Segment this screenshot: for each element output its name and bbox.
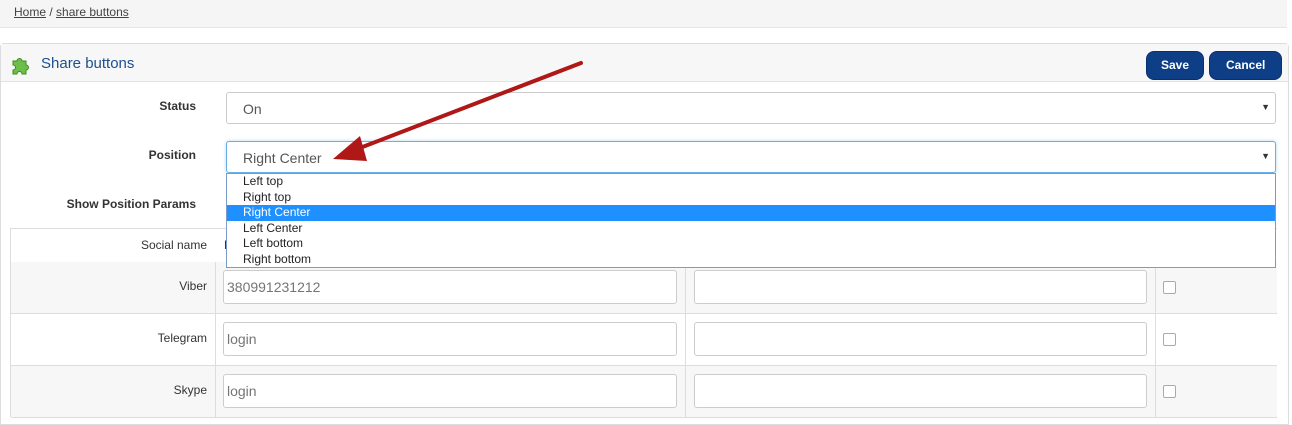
skype-extra-input[interactable] xyxy=(694,374,1147,408)
save-button[interactable]: Save xyxy=(1146,51,1205,80)
skype-login-input[interactable] xyxy=(223,374,677,408)
panel-title: Share buttons xyxy=(41,55,135,72)
table-row: Telegram xyxy=(11,314,1277,366)
status-select-value: On xyxy=(243,101,262,117)
position-select[interactable]: Right Center ▼ xyxy=(226,141,1276,173)
breadcrumb-current-link[interactable]: share buttons xyxy=(56,5,129,19)
position-dropdown-list: Left top Right top Right Center Left Cen… xyxy=(226,173,1276,268)
table-row: Skype xyxy=(11,366,1277,418)
puzzle-piece-icon xyxy=(12,58,29,75)
position-select-value: Right Center xyxy=(243,150,322,166)
telegram-extra-input[interactable] xyxy=(694,322,1147,356)
breadcrumb-separator: / xyxy=(46,5,57,19)
status-select[interactable]: On ▼ xyxy=(226,92,1276,124)
position-option[interactable]: Left bottom xyxy=(227,236,1275,252)
position-option[interactable]: Right top xyxy=(227,190,1275,206)
breadcrumb-bar: Home / share buttons xyxy=(0,0,1287,28)
header-social-name: Social name xyxy=(140,238,207,252)
show-position-params-label: Show Position Params xyxy=(66,197,196,211)
position-option[interactable]: Right bottom xyxy=(227,252,1275,268)
position-option-selected[interactable]: Right Center xyxy=(227,205,1275,221)
row-social-name: Viber xyxy=(179,279,207,293)
cancel-button[interactable]: Cancel xyxy=(1209,51,1283,80)
row-social-name: Telegram xyxy=(157,331,207,345)
breadcrumb: Home / share buttons xyxy=(14,5,129,19)
position-option[interactable]: Left top xyxy=(227,174,1275,190)
viber-enable-checkbox[interactable] xyxy=(1163,281,1176,294)
skype-enable-checkbox[interactable] xyxy=(1163,385,1176,398)
position-option[interactable]: Left Center xyxy=(227,221,1275,237)
table-row: Viber xyxy=(11,262,1277,314)
chevron-down-icon: ▼ xyxy=(1261,151,1270,161)
chevron-down-icon: ▼ xyxy=(1261,102,1270,112)
breadcrumb-home-link[interactable]: Home xyxy=(14,5,46,19)
viber-extra-input[interactable] xyxy=(694,270,1147,304)
telegram-login-input[interactable] xyxy=(223,322,677,356)
position-label: Position xyxy=(148,148,196,162)
panel-header: Share buttons Save Cancel xyxy=(1,44,1288,82)
viber-login-input[interactable] xyxy=(223,270,677,304)
telegram-enable-checkbox[interactable] xyxy=(1163,333,1176,346)
row-social-name: Skype xyxy=(173,383,207,397)
status-label: Status xyxy=(159,99,196,113)
